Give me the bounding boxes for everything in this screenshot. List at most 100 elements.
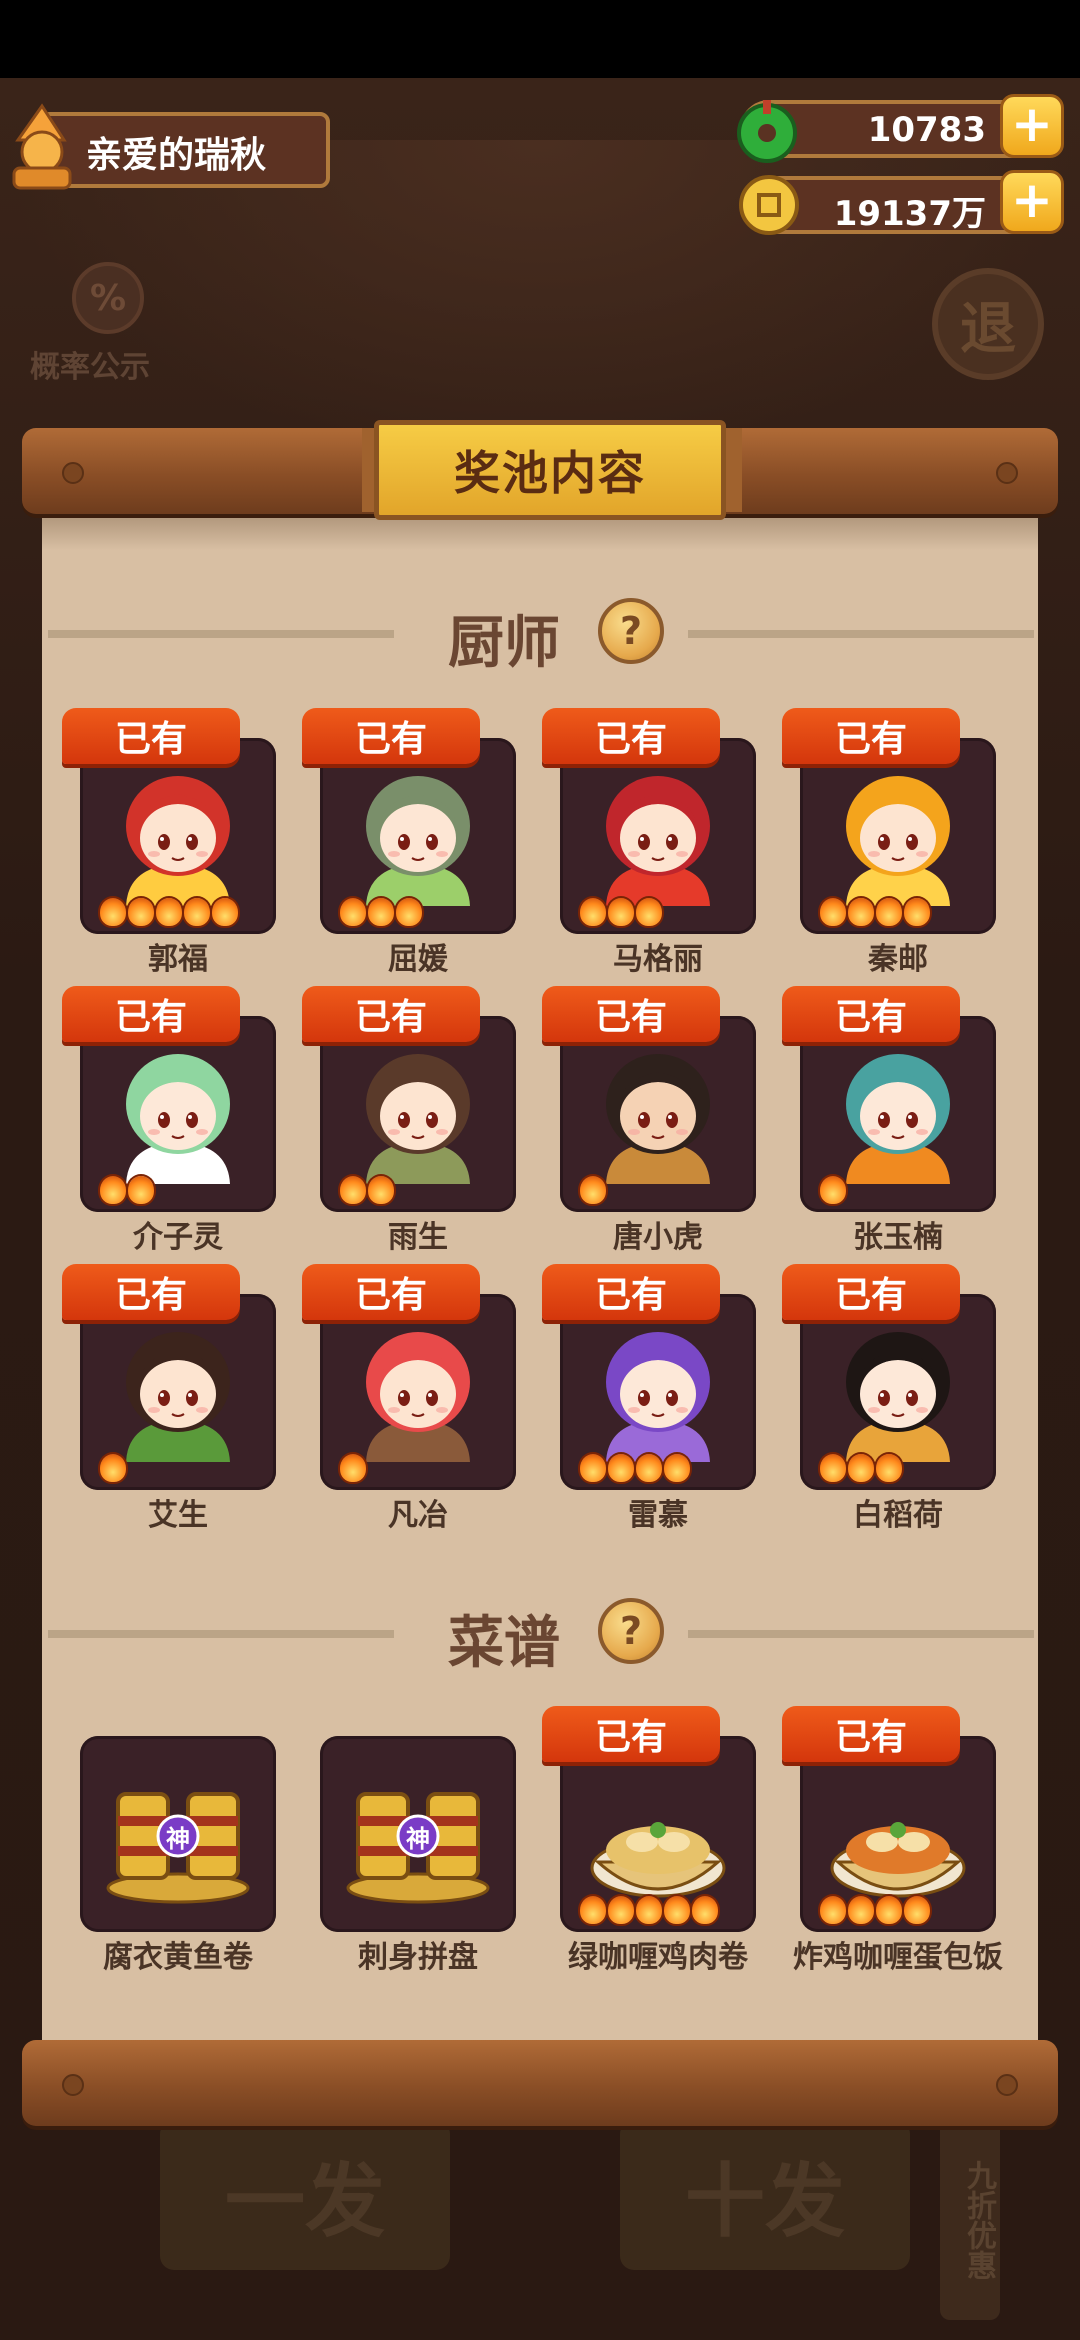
chef-card[interactable] [80,1016,276,1212]
recipe-card[interactable]: 神 [80,1736,276,1932]
god-tier-badge: 神 [406,1824,430,1853]
chef-help-icon[interactable]: ? [598,598,664,664]
star-rating [340,1176,394,1206]
star-rating [100,1454,126,1484]
flame-icon [636,1896,662,1924]
chef-name: 白稻荷 [853,1498,943,1533]
chef-card[interactable] [320,738,516,934]
divider [48,1630,394,1638]
flame-icon [848,898,874,926]
flame-icon [664,1454,690,1482]
chef-portrait-icon [126,1054,230,1184]
star-rating [100,1176,154,1206]
chef-portrait-icon [846,1332,950,1462]
chef-card[interactable] [800,738,996,934]
flame-icon [100,1176,126,1204]
recipe-card[interactable] [800,1736,996,1932]
chef-card[interactable] [560,1294,756,1490]
flame-icon [876,1454,902,1482]
owned-badge: 已有 [542,986,720,1042]
star-rating [580,1454,690,1484]
flame-icon [848,1896,874,1924]
owned-badge: 已有 [782,1264,960,1320]
chef-card[interactable] [560,1016,756,1212]
flame-icon [580,898,606,926]
add-coin-button[interactable]: + [1000,170,1064,234]
recipe-name: 刺身拼盘 [358,1940,478,1975]
chef-name: 郭福 [148,942,208,977]
add-jade-button[interactable]: + [1000,94,1064,158]
flame-icon [608,898,634,926]
probability-label: 概率公示 [30,350,150,385]
star-rating [820,898,930,928]
chef-portrait-icon [846,776,950,906]
flame-icon [212,898,238,926]
recipe-card[interactable] [560,1736,756,1932]
flame-icon [340,1454,366,1482]
flame-icon [580,1896,606,1924]
player-name: 亲爱的瑞秋 [86,135,267,176]
recipe-card[interactable]: 神 [320,1736,516,1932]
probability-button[interactable]: % 概率公示 [30,262,180,385]
flame-icon [608,1454,634,1482]
flame-icon [848,1454,874,1482]
flame-icon [904,1896,930,1924]
owned-badge: 已有 [302,1264,480,1320]
owned-badge: 已有 [542,1264,720,1320]
owned-badge: 已有 [302,708,480,764]
coin-icon [739,175,799,235]
owned-badge: 已有 [542,708,720,764]
chef-name: 张玉楠 [853,1220,943,1255]
chef-card[interactable] [560,738,756,934]
flame-icon [636,1454,662,1482]
chef-card[interactable] [800,1016,996,1212]
flame-icon [636,898,662,926]
star-rating [340,1454,366,1484]
flame-icon [580,1454,606,1482]
god-tier-badge: 神 [166,1824,190,1853]
flame-icon [396,898,422,926]
flame-icon [368,898,394,926]
flame-icon [580,1176,606,1204]
chef-portrait-icon [606,1054,710,1184]
chef-avatar-icon[interactable] [4,100,80,192]
jade-amount: 10783 [867,110,986,150]
recipe-help-icon[interactable]: ? [598,1598,664,1664]
exit-button[interactable]: 退 [932,268,1044,380]
star-rating [100,898,238,928]
divider [688,630,1034,638]
recipe-name: 腐衣黄鱼卷 [103,1940,253,1975]
owned-badge: 已有 [302,986,480,1042]
star-rating [820,1176,846,1206]
flame-icon [184,898,210,926]
star-rating [580,1176,606,1206]
flame-icon [100,1454,126,1482]
chef-card[interactable] [320,1294,516,1490]
chef-card[interactable] [80,738,276,934]
flame-icon [128,898,154,926]
player-name-plate[interactable]: 亲爱的瑞秋 [40,112,330,188]
chef-portrait-icon [126,1332,230,1462]
recipe-dish-icon [830,1822,966,1898]
ten-draw-button[interactable]: 十发 [620,2120,910,2270]
nail-icon [62,462,84,484]
chef-portrait-icon [846,1054,950,1184]
flame-icon [128,1176,154,1204]
recipe-section-header: 菜谱 ? [42,1592,1038,1676]
scroll-bottom-rod[interactable] [22,2040,1058,2126]
chef-card[interactable] [800,1294,996,1490]
recipe-name: 炸鸡咖喱蛋包饭 [793,1940,1003,1975]
chef-section-header: 厨师 ? [42,592,1038,676]
flame-icon [340,898,366,926]
divider [48,630,394,638]
star-rating [820,1896,930,1926]
chef-portrait-icon [366,776,470,906]
chef-portrait-icon [606,1332,710,1462]
chef-section-title: 厨师 [448,611,560,676]
single-draw-button[interactable]: 一发 [160,2120,450,2270]
chef-card[interactable] [320,1016,516,1212]
panel-title: 奖池内容 [374,420,726,520]
chef-name: 介子灵 [133,1220,223,1255]
flame-icon [904,898,930,926]
chef-card[interactable] [80,1294,276,1490]
